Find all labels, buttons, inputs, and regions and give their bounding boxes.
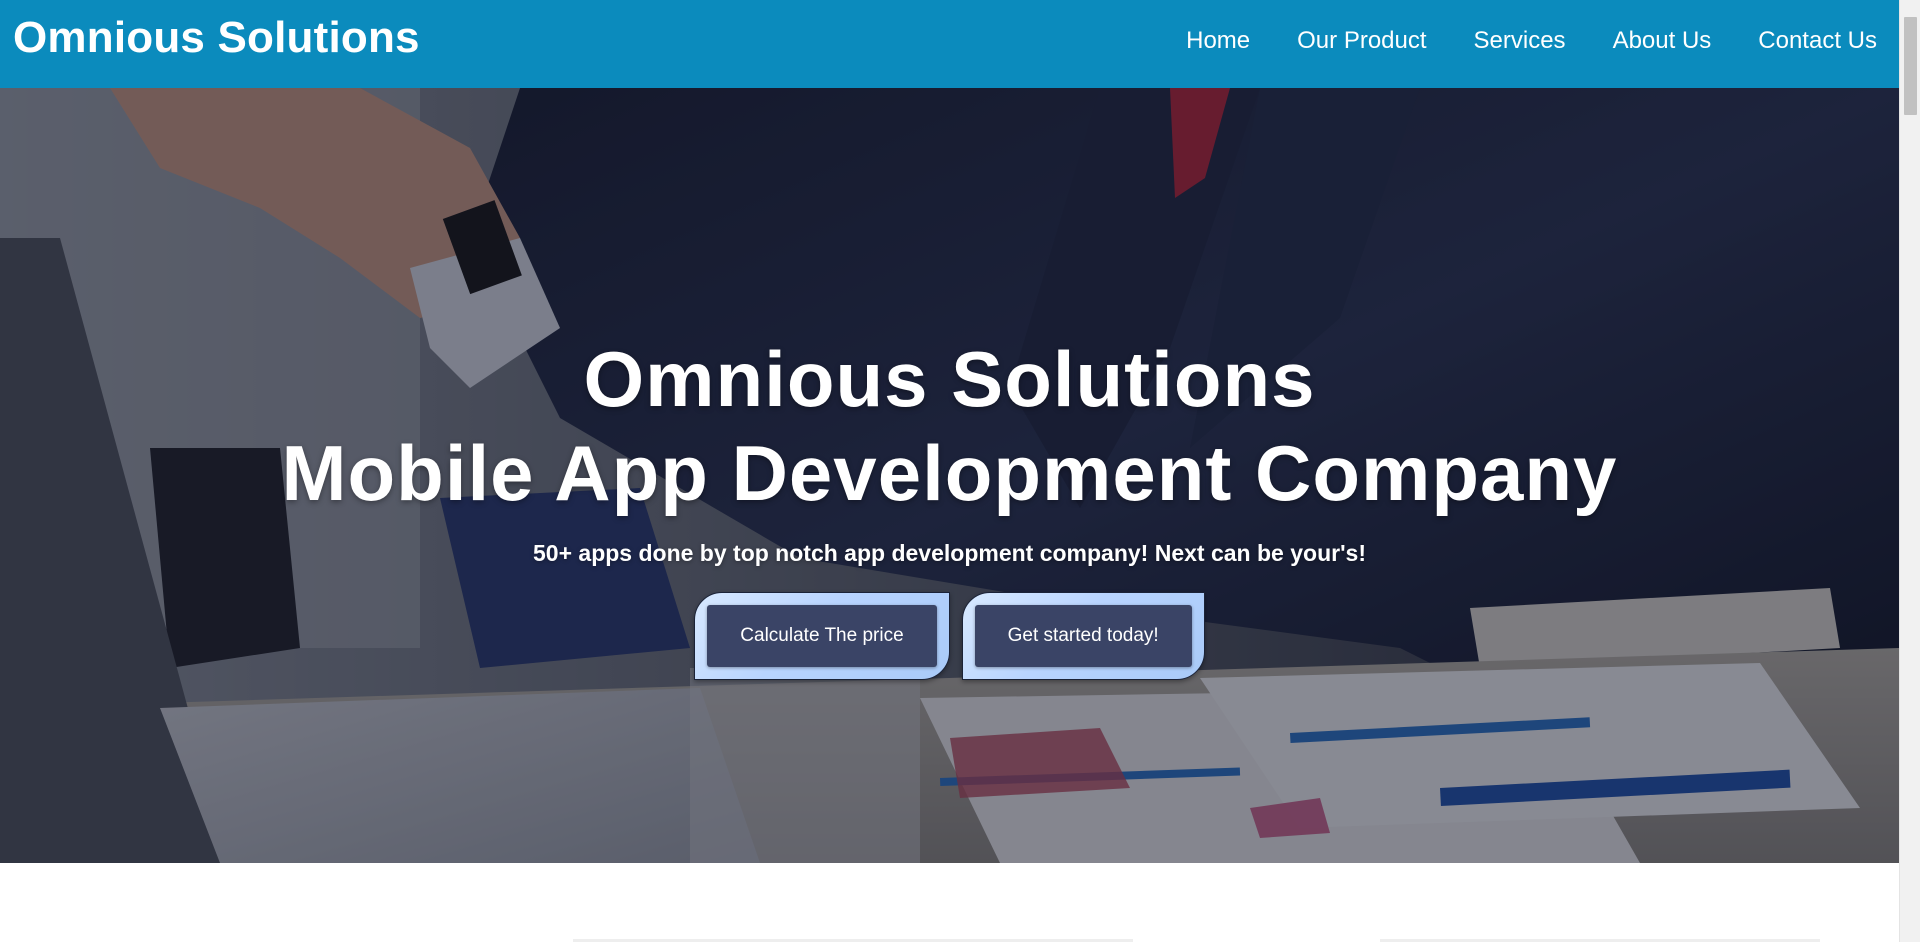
hero-subtitle: 50+ apps done by top notch app developme… xyxy=(533,540,1366,566)
scrollbar-thumb[interactable] xyxy=(1904,17,1917,115)
nav-home[interactable]: Home xyxy=(1186,27,1250,55)
hero-title-line1: Omnious Solutions xyxy=(583,335,1316,423)
main-nav: Home Our Product Services About Us Conta… xyxy=(1139,27,1877,55)
get-started-frame: Get started today! xyxy=(961,592,1205,680)
nav-our-product[interactable]: Our Product xyxy=(1297,27,1426,55)
page-scrollbar[interactable] xyxy=(1899,0,1920,942)
hero-buttons: Calculate The price Get started today! xyxy=(0,592,1899,680)
hero-section: Omnious Solutions Mobile App Development… xyxy=(0,88,1899,863)
brand-logo[interactable]: Omnious Solutions xyxy=(13,13,420,63)
page: Omnious Solutions Home Our Product Servi… xyxy=(0,0,1920,942)
hero-title-line2: Mobile App Development Company xyxy=(281,429,1618,517)
get-started-button[interactable]: Get started today! xyxy=(974,605,1192,667)
nav-about-us[interactable]: About Us xyxy=(1613,27,1712,55)
next-section xyxy=(0,863,1899,942)
calculate-price-frame: Calculate The price xyxy=(694,592,950,680)
nav-services[interactable]: Services xyxy=(1474,27,1566,55)
hero-title: Omnious Solutions Mobile App Development… xyxy=(0,332,1899,520)
hero-content: Omnious Solutions Mobile App Development… xyxy=(0,88,1899,863)
calculate-price-button[interactable]: Calculate The price xyxy=(707,605,937,667)
site-header: Omnious Solutions Home Our Product Servi… xyxy=(0,0,1899,88)
nav-contact-us[interactable]: Contact Us xyxy=(1758,27,1877,55)
